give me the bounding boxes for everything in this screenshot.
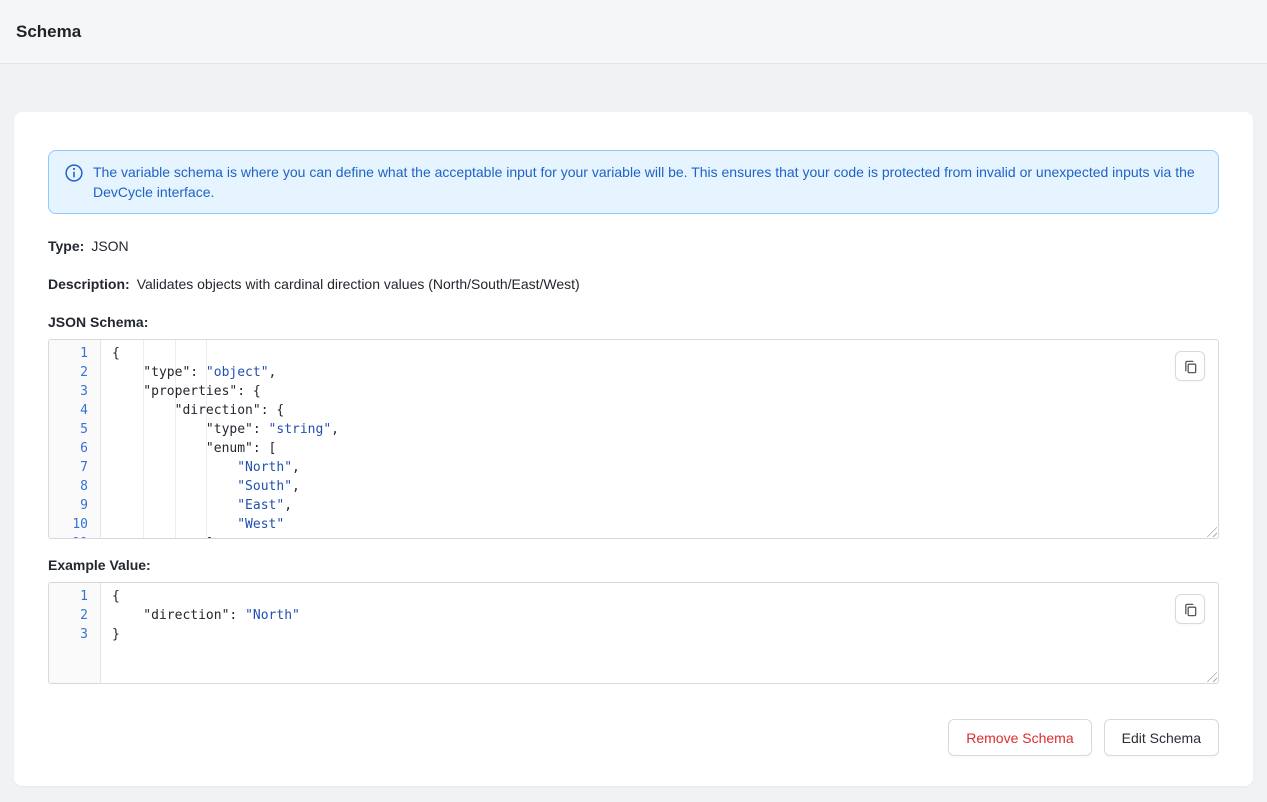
- line-number: 8: [49, 477, 101, 496]
- line-number: 9: [49, 496, 101, 515]
- code-line: 1{: [49, 587, 1218, 606]
- description-label: Description:: [48, 276, 130, 292]
- copy-example-button[interactable]: [1175, 594, 1205, 624]
- code-line: 10 "West": [49, 515, 1218, 534]
- code-text: }: [101, 625, 120, 644]
- line-number: 1: [49, 344, 101, 363]
- code-line: 3 "properties": {: [49, 382, 1218, 401]
- code-line: 7 "North",: [49, 458, 1218, 477]
- copy-schema-button[interactable]: [1175, 351, 1205, 381]
- copy-icon: [1183, 359, 1198, 374]
- edit-schema-button[interactable]: Edit Schema: [1104, 719, 1219, 756]
- actions-bar: Remove Schema Edit Schema: [48, 719, 1219, 756]
- line-number: 10: [49, 515, 101, 534]
- page-header: Schema: [0, 0, 1267, 64]
- code-text: "East",: [101, 496, 292, 515]
- info-alert-text: The variable schema is where you can def…: [93, 162, 1202, 202]
- code-text: "type": "object",: [101, 363, 276, 382]
- code-line: 4 "direction": {: [49, 401, 1218, 420]
- copy-icon: [1183, 602, 1198, 617]
- code-line: 1{: [49, 344, 1218, 363]
- line-number: 6: [49, 439, 101, 458]
- line-number: 11: [49, 534, 101, 539]
- resize-handle[interactable]: [1204, 669, 1217, 682]
- code-text: ]: [101, 534, 214, 539]
- line-number: 2: [49, 606, 101, 625]
- code-text: "properties": {: [101, 382, 261, 401]
- code-line: 2 "type": "object",: [49, 363, 1218, 382]
- description-value: Validates objects with cardinal directio…: [137, 276, 580, 292]
- line-number: 4: [49, 401, 101, 420]
- code-text: "direction": {: [101, 401, 284, 420]
- remove-schema-button[interactable]: Remove Schema: [948, 719, 1091, 756]
- schema-card: The variable schema is where you can def…: [14, 112, 1253, 786]
- code-line: 9 "East",: [49, 496, 1218, 515]
- code-line: 8 "South",: [49, 477, 1218, 496]
- line-number: 1: [49, 587, 101, 606]
- code-text: "direction": "North": [101, 606, 300, 625]
- code-line: 6 "enum": [: [49, 439, 1218, 458]
- code-line: 2 "direction": "North": [49, 606, 1218, 625]
- code-lines: 1{2 "type": "object",3 "properties": {4 …: [49, 340, 1218, 539]
- info-alert: The variable schema is where you can def…: [48, 150, 1219, 214]
- type-label: Type:: [48, 238, 84, 254]
- description-row: Description: Validates objects with cardi…: [48, 276, 1219, 292]
- code-text: "South",: [101, 477, 300, 496]
- code-text: "North",: [101, 458, 300, 477]
- line-number: 7: [49, 458, 101, 477]
- code-line: 5 "type": "string",: [49, 420, 1218, 439]
- page-title: Schema: [16, 22, 81, 42]
- line-number: 3: [49, 625, 101, 644]
- example-value-editor[interactable]: 1{2 "direction": "North"3}: [48, 582, 1219, 684]
- code-line: 11 ]: [49, 534, 1218, 539]
- code-text: {: [101, 344, 120, 363]
- info-icon: [65, 164, 83, 182]
- code-line: 3}: [49, 625, 1218, 644]
- code-lines: 1{2 "direction": "North"3}: [49, 583, 1218, 644]
- main-content: The variable schema is where you can def…: [0, 64, 1267, 800]
- type-value: JSON: [91, 238, 128, 254]
- example-value-label: Example Value:: [48, 557, 1219, 573]
- line-number: 5: [49, 420, 101, 439]
- line-number: 2: [49, 363, 101, 382]
- json-schema-label: JSON Schema:: [48, 314, 1219, 330]
- type-row: Type: JSON: [48, 238, 1219, 254]
- code-text: "type": "string",: [101, 420, 339, 439]
- code-text: "West": [101, 515, 284, 534]
- json-schema-editor[interactable]: 1{2 "type": "object",3 "properties": {4 …: [48, 339, 1219, 539]
- line-number: 3: [49, 382, 101, 401]
- code-text: {: [101, 587, 120, 606]
- code-text: "enum": [: [101, 439, 276, 458]
